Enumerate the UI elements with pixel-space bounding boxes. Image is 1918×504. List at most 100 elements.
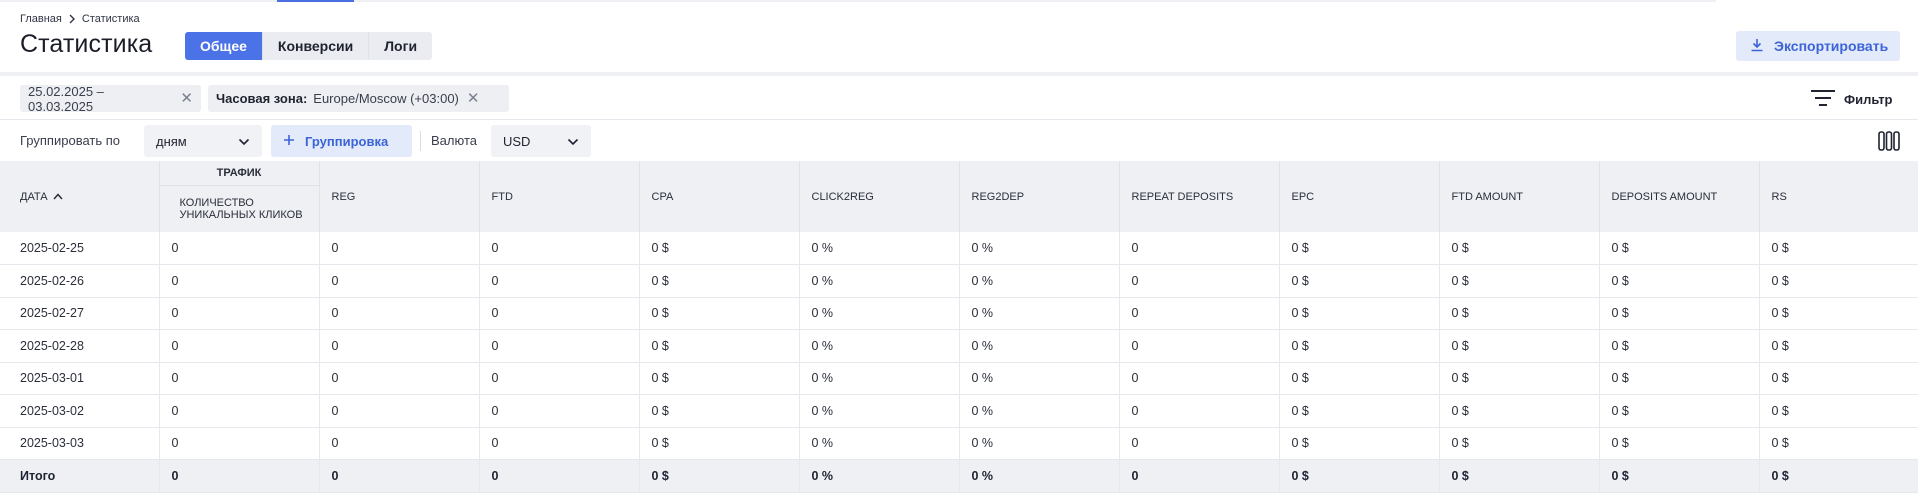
timezone-chip[interactable]: Часовая зона: Europe/Moscow (+03:00) ✕ bbox=[208, 85, 509, 112]
column-header-unique-clicks[interactable]: Количество уникальных кликов bbox=[159, 185, 320, 232]
divider bbox=[420, 131, 421, 151]
column-header-reg2dep[interactable]: REG2DEP bbox=[959, 161, 1120, 232]
column-header-epc[interactable]: EPC bbox=[1279, 161, 1440, 232]
table-cell: 0 bbox=[159, 329, 320, 363]
table-row: 2025-02-26 0 0 0 0 $0 % 0 % 0 0 $0 $0 $0 $ bbox=[0, 264, 1918, 298]
table-cell: 0 bbox=[1119, 427, 1280, 460]
date-range-chip[interactable]: 25.02.2025 – 03.03.2025 ✕ bbox=[20, 84, 201, 114]
statistics-table: Дата Трафик REG FTD CPA CLICK2REG REG2DE… bbox=[0, 161, 1918, 493]
column-header-date[interactable]: Дата bbox=[0, 161, 160, 232]
table-cell: 0 $ bbox=[1599, 297, 1760, 330]
table-cell: 0 $ bbox=[1439, 427, 1600, 460]
table-cell: 0 $ bbox=[639, 394, 800, 428]
table-cell: 0 $ bbox=[1759, 329, 1918, 363]
table-cell: 0 % bbox=[799, 264, 960, 298]
table-cell: 2025-02-26 bbox=[0, 264, 160, 298]
table-cell: 0 % bbox=[959, 264, 1120, 298]
table-cell: 0 $ bbox=[1759, 427, 1918, 460]
table-cell: 0 $ bbox=[1279, 232, 1440, 265]
table-cell: 0 bbox=[319, 232, 480, 265]
table-cell: 0 $ bbox=[639, 232, 800, 265]
table-cell: 0 bbox=[479, 264, 640, 298]
tab-general[interactable]: Общее bbox=[185, 32, 262, 60]
top-progress-line bbox=[0, 0, 1716, 2]
column-header-ftd[interactable]: FTD bbox=[479, 161, 640, 232]
table-cell: 2025-03-01 bbox=[0, 362, 160, 395]
column-header-ftd-amount[interactable]: FTD AMOUNT bbox=[1439, 161, 1600, 232]
table-cell: 0 bbox=[479, 329, 640, 363]
close-icon[interactable]: ✕ bbox=[180, 91, 193, 106]
table-cell: 0 bbox=[1119, 232, 1280, 265]
table-cell: 0 bbox=[1119, 329, 1280, 363]
table-cell: 0 bbox=[159, 394, 320, 428]
table-cell: Итого bbox=[0, 459, 160, 493]
table-cell: 0 $ bbox=[639, 362, 800, 395]
table-cell: 0 $ bbox=[639, 297, 800, 330]
table-cell: 0 bbox=[1119, 459, 1280, 493]
table-cell: 0 $ bbox=[1759, 394, 1918, 428]
table-cell: 0 $ bbox=[1599, 232, 1760, 265]
table-cell: 0 $ bbox=[1439, 362, 1600, 395]
table-cell: 0 $ bbox=[1439, 394, 1600, 428]
table-cell: 0 $ bbox=[1599, 362, 1760, 395]
column-header-reg[interactable]: REG bbox=[319, 161, 480, 232]
table-cell: 0 $ bbox=[1279, 394, 1440, 428]
timezone-label: Часовая зона: bbox=[216, 91, 308, 106]
table-cell: 0 $ bbox=[1599, 427, 1760, 460]
table-row: 2025-03-01 0 0 0 0 $0 % 0 % 0 0 $0 $0 $0 $ bbox=[0, 362, 1918, 395]
currency-label: Валюта bbox=[431, 133, 477, 148]
table-row: 2025-03-03 0 0 0 0 $0 % 0 % 0 0 $0 $0 $0 $ bbox=[0, 427, 1918, 460]
table-cell: 2025-02-25 bbox=[0, 232, 160, 265]
table-cell: 0 $ bbox=[639, 459, 800, 493]
table-body: 2025-02-25 0 0 0 0 $0 % 0 % 0 0 $0 $0 $0 $2025-… bbox=[0, 232, 1918, 493]
column-header-repeat-deposits[interactable]: REPEAT DEPOSITS bbox=[1119, 161, 1280, 232]
breadcrumb-home[interactable]: Главная bbox=[20, 13, 62, 25]
table-cell: 0 $ bbox=[1599, 264, 1760, 298]
filter-label: Фильтр bbox=[1844, 91, 1893, 107]
tab-conversions[interactable]: Конверсии bbox=[261, 32, 369, 60]
table-cell: 0 bbox=[159, 362, 320, 395]
table-cell: 0 $ bbox=[639, 427, 800, 460]
column-header-deposits-amount[interactable]: DEPOSITS AMOUNT bbox=[1599, 161, 1760, 232]
table-cell: 0 $ bbox=[1439, 232, 1600, 265]
group-by-select[interactable]: дням bbox=[144, 125, 262, 157]
export-button[interactable]: Экспортировать bbox=[1736, 31, 1900, 61]
table-cell: 0 bbox=[159, 459, 320, 493]
export-label: Экспортировать bbox=[1774, 38, 1889, 54]
table-cell: 0 % bbox=[799, 427, 960, 460]
table-cell: 0 bbox=[1119, 394, 1280, 428]
breadcrumb: Главная Статистика bbox=[20, 12, 140, 26]
table-row: 2025-02-28 0 0 0 0 $0 % 0 % 0 0 $0 $0 $0 $ bbox=[0, 329, 1918, 363]
grouping-label: Группировка bbox=[305, 133, 389, 149]
table-cell: 0 bbox=[1119, 362, 1280, 395]
column-header-rs[interactable]: RS bbox=[1759, 161, 1918, 232]
table-cell: 0 bbox=[159, 297, 320, 330]
table-cell: 0 % bbox=[959, 297, 1120, 330]
filter-button[interactable]: Фильтр bbox=[1810, 89, 1893, 109]
table-cell: 0 bbox=[479, 232, 640, 265]
chevron-down-icon bbox=[238, 134, 250, 149]
table-cell: 0 bbox=[319, 427, 480, 460]
columns-settings-icon[interactable] bbox=[1878, 131, 1900, 151]
tab-logs[interactable]: Логи bbox=[368, 32, 433, 60]
table-cell: 0 $ bbox=[1439, 264, 1600, 298]
close-icon[interactable]: ✕ bbox=[467, 91, 480, 106]
table-cell: 0 % bbox=[959, 427, 1120, 460]
table-cell: 0 % bbox=[799, 232, 960, 265]
table-cell: 0 bbox=[319, 459, 480, 493]
currency-select[interactable]: USD bbox=[491, 125, 591, 157]
column-header-cpa[interactable]: CPA bbox=[639, 161, 800, 232]
group-by-label: Группировать по bbox=[20, 133, 121, 148]
table-row: 2025-02-25 0 0 0 0 $0 % 0 % 0 0 $0 $0 $0 $ bbox=[0, 232, 1918, 265]
column-header-click2reg[interactable]: CLICK2REG bbox=[799, 161, 960, 232]
table-cell: 0 $ bbox=[1599, 459, 1760, 493]
table-cell: 0 bbox=[319, 297, 480, 330]
table-cell: 0 $ bbox=[1599, 329, 1760, 363]
table-cell: 0 bbox=[479, 459, 640, 493]
plus-icon bbox=[283, 134, 295, 149]
page-title: Статистика bbox=[20, 30, 153, 58]
table-cell: 0 % bbox=[799, 394, 960, 428]
add-grouping-button[interactable]: Группировка bbox=[271, 125, 412, 157]
table-cell: 0 bbox=[159, 232, 320, 265]
table-cell: 0 % bbox=[959, 362, 1120, 395]
